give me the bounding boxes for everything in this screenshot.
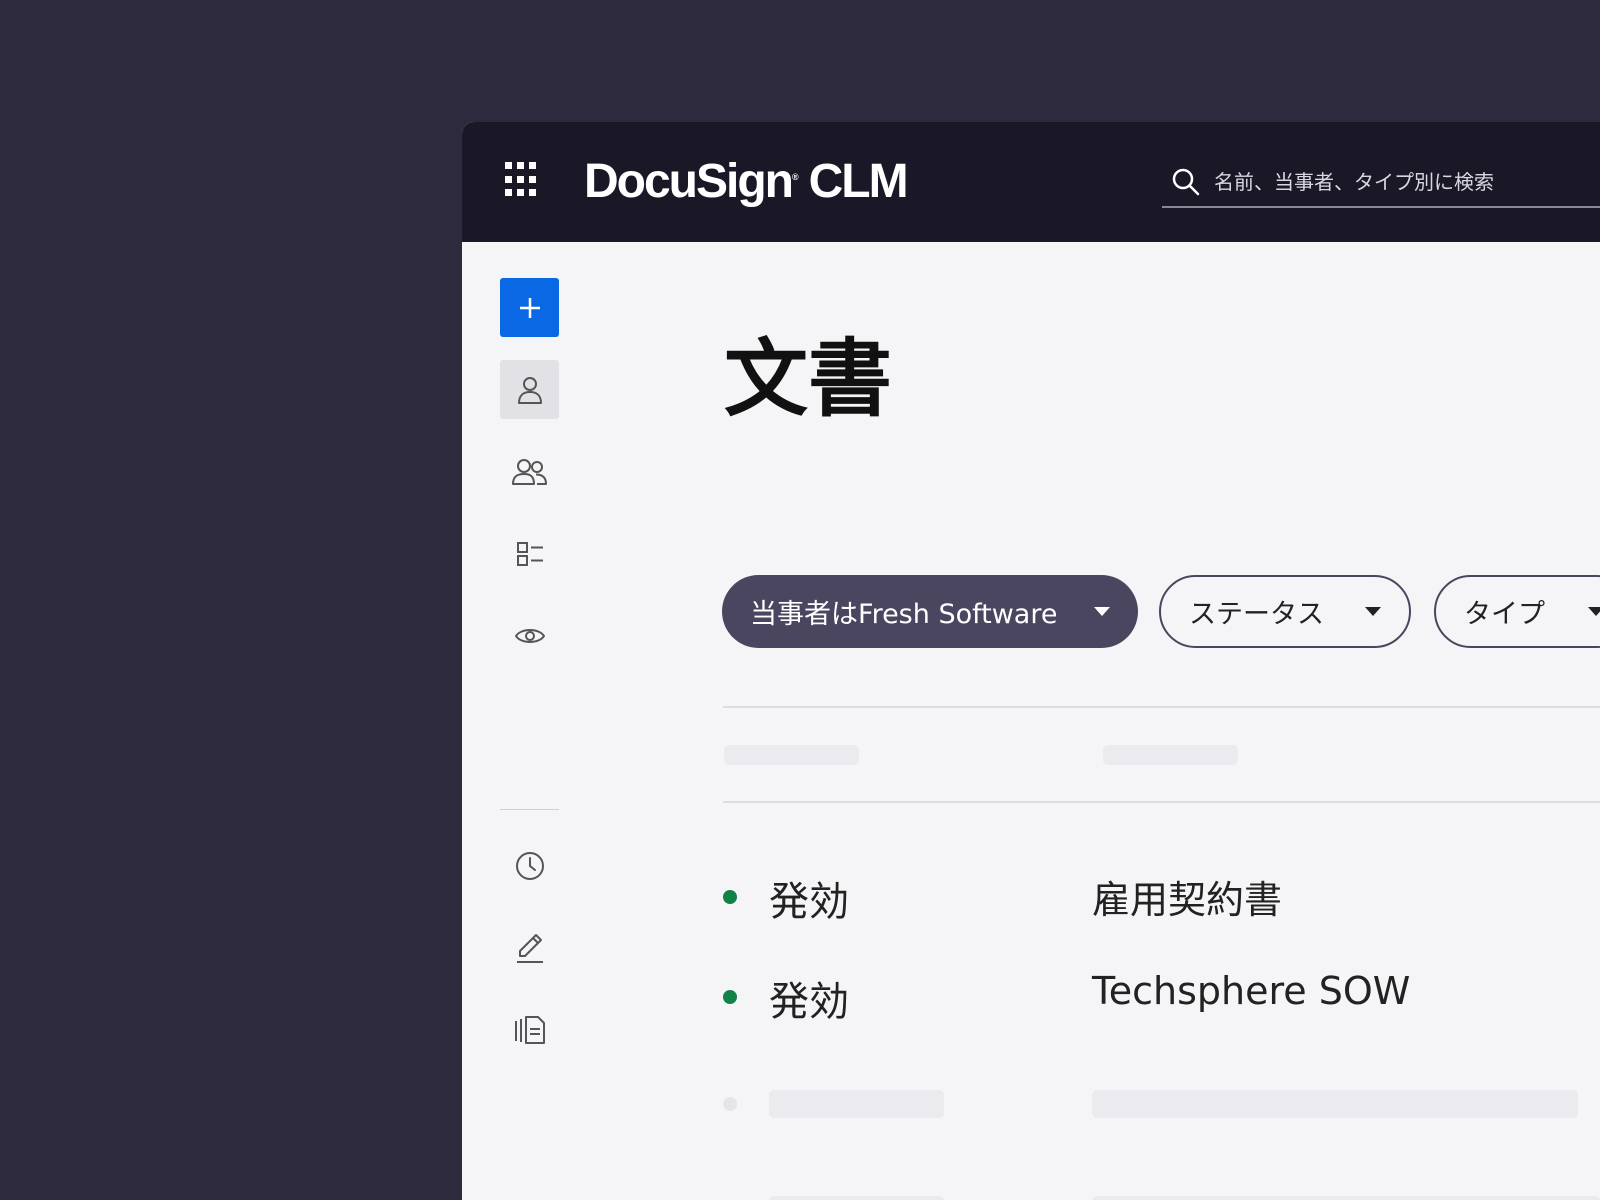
status-dot — [723, 990, 737, 1004]
cell-placeholder — [769, 1090, 944, 1118]
status-label: 発効 — [769, 879, 849, 925]
document-name[interactable]: 雇用契約書 — [1092, 869, 1282, 924]
eye-icon — [514, 628, 545, 643]
sidebar-divider — [500, 809, 559, 810]
person-icon — [517, 376, 542, 404]
status-dot — [723, 890, 737, 904]
chevron-down-icon — [1094, 607, 1110, 616]
sidebar-item-signature[interactable] — [500, 918, 559, 977]
search-input[interactable] — [1214, 166, 1594, 198]
search-icon[interactable] — [1170, 166, 1202, 198]
column-header-placeholder — [1103, 745, 1238, 765]
people-icon — [511, 458, 547, 485]
sidebar-item-tasks[interactable] — [500, 524, 559, 583]
create-new-button[interactable] — [500, 278, 559, 337]
logo-registered-mark: ® — [792, 172, 799, 182]
filter-chip-type-label: タイプ — [1464, 599, 1545, 630]
list-icon — [516, 541, 543, 566]
table-top-divider — [723, 706, 1600, 708]
main-content: 文書 当事者はFresh Software ステータス タイプ 発効 雇用契約書… — [592, 242, 1600, 1200]
sidebar-item-my-documents[interactable] — [500, 360, 559, 419]
sidebar-item-documents[interactable] — [500, 1000, 559, 1059]
status-dot-placeholder — [723, 1097, 737, 1111]
cell-placeholder — [769, 1196, 944, 1200]
column-header-placeholder — [724, 745, 859, 765]
document-name[interactable]: Techsphere SOW — [1092, 969, 1410, 1013]
page-title: 文書 — [724, 330, 893, 428]
logo-text: DocuSign — [584, 155, 794, 208]
sidebar-item-review[interactable] — [500, 606, 559, 665]
search-bar — [1162, 162, 1600, 208]
filter-chip-party[interactable]: 当事者はFresh Software — [722, 575, 1138, 648]
sidebar — [462, 242, 592, 1200]
chevron-down-icon — [1588, 607, 1600, 616]
cell-placeholder — [1092, 1090, 1578, 1118]
filter-chip-party-label: 当事者はFresh Software — [750, 599, 1058, 630]
plus-icon — [519, 297, 540, 318]
sidebar-item-history[interactable] — [500, 836, 559, 895]
filter-chip-status-label: ステータス — [1189, 599, 1324, 630]
chevron-down-icon — [1365, 607, 1381, 616]
sidebar-item-shared[interactable] — [500, 442, 559, 501]
filter-chip-status[interactable]: ステータス — [1159, 575, 1411, 648]
app-launcher-icon[interactable] — [505, 162, 541, 198]
logo-product: CLM — [808, 155, 909, 208]
documents-icon — [514, 1015, 545, 1044]
table-header-divider — [723, 801, 1600, 803]
status-label: 発効 — [769, 979, 849, 1025]
docusign-clm-logo[interactable]: DocuSign® CLM — [584, 154, 909, 209]
app-window: DocuSign® CLM 名前、当事者、タイプ別に検索 文書 当事者はFres… — [462, 122, 1600, 1200]
cell-placeholder — [1092, 1196, 1600, 1200]
top-bar: DocuSign® CLM — [462, 122, 1600, 242]
clock-icon — [515, 851, 544, 880]
pen-icon — [516, 933, 543, 963]
filter-chip-type[interactable]: タイプ — [1434, 575, 1600, 648]
